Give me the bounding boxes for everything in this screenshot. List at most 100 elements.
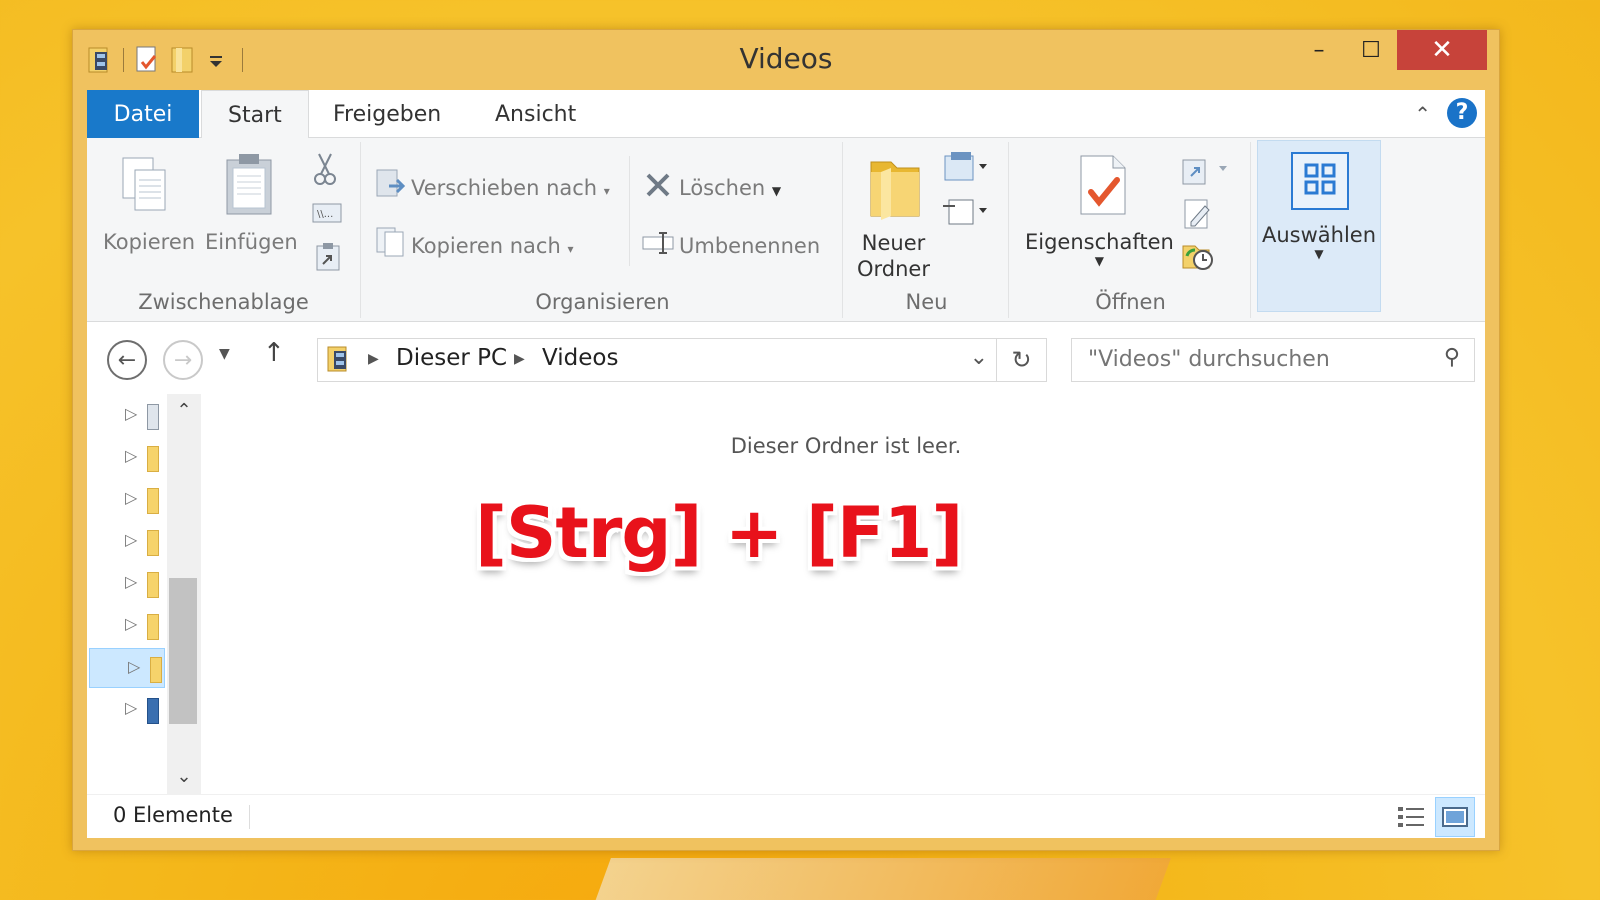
expand-icon[interactable]: ▷ bbox=[125, 530, 137, 549]
breadcrumb-arrow-icon[interactable]: ▶ bbox=[514, 351, 525, 367]
rename-button[interactable]: Umbenennen bbox=[679, 234, 820, 258]
navigation-bar: ← → ▼ ↑ ▶ Dieser PC ▶ Videos ⌄ ↻ ⚲ bbox=[87, 322, 1485, 394]
title-bar: Videos – ☐ ✕ bbox=[73, 30, 1499, 90]
close-button[interactable]: ✕ bbox=[1397, 30, 1487, 70]
select-button[interactable]: Auswählen ▼ bbox=[1257, 140, 1381, 312]
paste-icon bbox=[221, 150, 277, 222]
expand-icon[interactable]: ▷ bbox=[125, 404, 137, 423]
group-clipboard: Kopieren Einfügen \\... Zwischenablage bbox=[87, 142, 361, 318]
details-view-button[interactable] bbox=[1391, 797, 1431, 837]
tree-item[interactable]: ▷ bbox=[87, 564, 165, 604]
scroll-down-icon[interactable]: ⌄ bbox=[167, 766, 201, 787]
content-area: ▷ ▷ ▷ ▷ ▷ ▷ ▷ ▷ ⌃ ⌄ Dieser Ordner ist le… bbox=[87, 394, 1485, 794]
organize-separator bbox=[629, 156, 630, 266]
open-icon[interactable] bbox=[1181, 156, 1235, 190]
copy-to-icon bbox=[375, 226, 407, 262]
status-bar: 0 Elemente bbox=[87, 794, 1485, 838]
expand-icon[interactable]: ▷ bbox=[125, 488, 137, 507]
tree-item[interactable]: ▷ bbox=[87, 396, 165, 436]
window-controls: – ☐ ✕ bbox=[1293, 30, 1487, 70]
expand-icon[interactable]: ▷ bbox=[125, 614, 137, 633]
delete-icon bbox=[643, 170, 673, 204]
copy-path-icon[interactable]: \\... bbox=[311, 200, 343, 230]
group-new: Neuer Ordner Neu bbox=[845, 142, 1009, 318]
forward-button[interactable]: → bbox=[163, 340, 203, 380]
refresh-button[interactable]: ↻ bbox=[996, 339, 1046, 381]
explorer-window: Videos – ☐ ✕ Datei Start Freigeben Ansic… bbox=[72, 29, 1500, 851]
search-box[interactable]: ⚲ bbox=[1071, 338, 1475, 382]
ribbon-tabs: Datei Start Freigeben Ansicht ⌃ ? bbox=[87, 90, 1485, 139]
copy-button[interactable]: Kopieren bbox=[103, 230, 195, 254]
expand-icon[interactable]: ▷ bbox=[128, 657, 140, 676]
large-icons-view-icon bbox=[1442, 807, 1468, 827]
breadcrumb-videos[interactable]: Videos bbox=[542, 345, 618, 371]
folder-icon bbox=[147, 530, 159, 556]
breadcrumb-this-pc[interactable]: Dieser PC bbox=[396, 345, 507, 371]
video-folder-icon bbox=[326, 343, 352, 379]
tab-share[interactable]: Freigeben bbox=[307, 90, 467, 138]
address-bar[interactable]: ▶ Dieser PC ▶ Videos ⌄ ↻ bbox=[317, 338, 1047, 382]
move-to-icon bbox=[375, 168, 407, 204]
empty-folder-message: Dieser Ordner ist leer. bbox=[730, 434, 962, 458]
history-icon[interactable] bbox=[1181, 238, 1215, 276]
collapse-ribbon-icon[interactable]: ⌃ bbox=[1414, 102, 1431, 126]
group-organize: Verschieben nach ▾ Kopieren nach ▾ Lösch… bbox=[363, 142, 843, 318]
paste-button[interactable]: Einfügen bbox=[205, 230, 298, 254]
cut-icon[interactable] bbox=[313, 152, 337, 190]
move-to-button[interactable]: Verschieben nach ▾ bbox=[411, 176, 610, 200]
select-label: Auswählen ▼ bbox=[1261, 223, 1377, 261]
easy-access-icon[interactable] bbox=[941, 194, 991, 232]
properties-large-icon bbox=[1075, 152, 1131, 222]
recent-locations-dropdown[interactable]: ▼ bbox=[219, 346, 230, 362]
tab-file[interactable]: Datei bbox=[87, 90, 199, 138]
window-title: Videos bbox=[739, 42, 833, 75]
group-label-new: Neu bbox=[905, 290, 948, 314]
help-icon[interactable]: ? bbox=[1447, 98, 1477, 128]
address-dropdown-icon[interactable]: ⌄ bbox=[970, 345, 988, 370]
breadcrumb-arrow-icon[interactable]: ▶ bbox=[368, 351, 379, 367]
search-icon[interactable]: ⚲ bbox=[1444, 345, 1460, 370]
up-button[interactable]: ↑ bbox=[263, 338, 285, 368]
tree-item-selected[interactable]: ▷ bbox=[89, 648, 165, 688]
new-folder-button[interactable]: Neuer Ordner bbox=[857, 230, 930, 282]
rename-icon bbox=[641, 230, 675, 260]
tree-item[interactable]: ▷ bbox=[87, 690, 165, 730]
status-separator bbox=[249, 805, 250, 829]
ribbon: Kopieren Einfügen \\... Zwischenablage V… bbox=[87, 138, 1485, 322]
desktop-background-shape bbox=[589, 858, 1171, 900]
copy-to-button[interactable]: Kopieren nach ▾ bbox=[411, 234, 574, 258]
maximize-button[interactable]: ☐ bbox=[1345, 30, 1397, 70]
expand-icon[interactable]: ▷ bbox=[125, 698, 137, 717]
tree-item[interactable]: ▷ bbox=[87, 480, 165, 520]
new-item-icon[interactable] bbox=[941, 150, 991, 188]
group-label-clipboard: Zwischenablage bbox=[138, 290, 309, 314]
delete-button[interactable]: Löschen ▼ bbox=[679, 176, 781, 200]
shortcut-overlay-text: [Strg] + [F1] bbox=[475, 492, 963, 574]
details-view-icon bbox=[1398, 807, 1424, 827]
scrollbar-thumb[interactable] bbox=[169, 578, 197, 724]
item-count: 0 Elemente bbox=[113, 803, 233, 827]
large-icons-view-button[interactable] bbox=[1435, 797, 1475, 837]
paste-shortcut-icon[interactable] bbox=[315, 242, 341, 276]
folder-icon bbox=[147, 572, 159, 598]
expand-icon[interactable]: ▷ bbox=[125, 572, 137, 591]
tree-item[interactable]: ▷ bbox=[87, 522, 165, 562]
folder-icon bbox=[150, 657, 162, 683]
group-label-open: Öffnen bbox=[1095, 290, 1166, 314]
scroll-up-icon[interactable]: ⌃ bbox=[167, 400, 201, 421]
computer-icon bbox=[147, 698, 159, 724]
folder-icon bbox=[147, 614, 159, 640]
edit-icon[interactable] bbox=[1183, 198, 1213, 234]
properties-button[interactable]: Eigenschaften ▼ bbox=[1025, 230, 1174, 268]
group-label-organize: Organisieren bbox=[535, 290, 670, 314]
tree-item[interactable]: ▷ bbox=[87, 606, 165, 646]
select-all-icon bbox=[1290, 151, 1350, 215]
tab-start[interactable]: Start bbox=[201, 90, 309, 139]
tab-view[interactable]: Ansicht bbox=[469, 90, 602, 138]
minimize-button[interactable]: – bbox=[1293, 30, 1345, 70]
search-input[interactable] bbox=[1088, 339, 1428, 379]
back-button[interactable]: ← bbox=[107, 340, 147, 380]
group-open: Eigenschaften ▼ Öffnen bbox=[1011, 142, 1251, 318]
svg-text:\\...: \\... bbox=[317, 209, 333, 220]
new-folder-large-icon bbox=[867, 152, 923, 224]
